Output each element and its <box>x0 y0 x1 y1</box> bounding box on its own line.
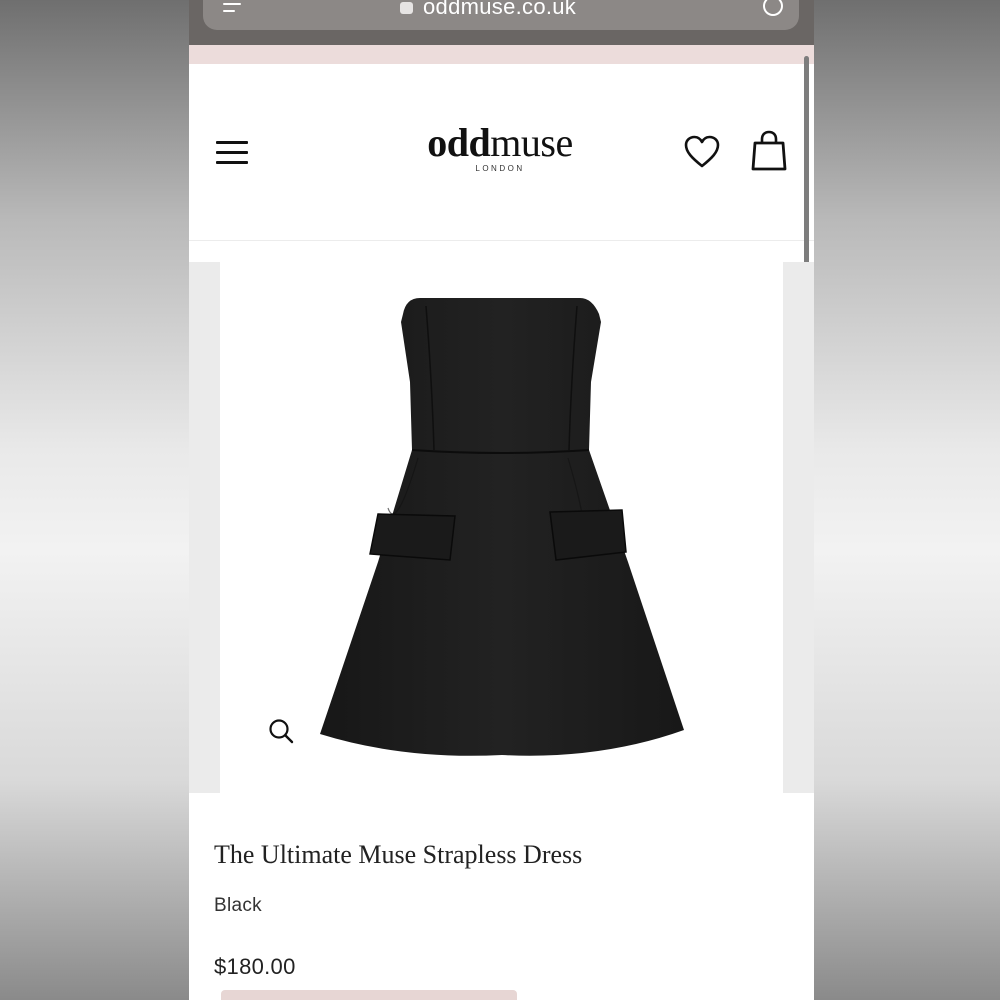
product-image[interactable] <box>220 262 783 793</box>
browser-address-bar: oddmuse.co.uk <box>189 0 814 45</box>
url-text[interactable]: oddmuse.co.uk <box>423 0 576 20</box>
site-header: oddmuse LONDON <box>189 64 814 241</box>
logo-light-text: muse <box>490 120 573 165</box>
promo-banner <box>189 45 814 64</box>
reader-menu-icon[interactable] <box>223 0 249 12</box>
next-image-peek[interactable] <box>783 262 814 793</box>
shopping-bag-icon[interactable] <box>751 130 787 172</box>
site-logo[interactable]: oddmuse LONDON <box>415 120 585 173</box>
lock-icon <box>400 2 413 14</box>
magnifier-icon <box>269 719 294 744</box>
dress-illustration <box>320 298 684 756</box>
add-to-bag-button[interactable] <box>221 990 517 1000</box>
product-gallery[interactable] <box>189 262 814 793</box>
reload-icon[interactable] <box>763 0 783 16</box>
zoom-button[interactable] <box>259 709 303 753</box>
phone-screen: oddmuse.co.uk oddmuse LONDON The Ultimat… <box>189 0 814 1000</box>
product-color: Black <box>214 895 262 916</box>
product-title: The Ultimate Muse Strapless Dress <box>214 840 583 869</box>
logo-wordmark: oddmuse <box>415 120 585 166</box>
background-left <box>0 0 189 1000</box>
background-right <box>814 0 1000 1000</box>
hamburger-menu-icon[interactable] <box>216 141 248 165</box>
heart-icon[interactable] <box>683 134 721 170</box>
logo-bold-text: odd <box>427 120 491 165</box>
product-price: $180.00 <box>214 954 296 979</box>
previous-image-peek[interactable] <box>189 262 220 793</box>
url-pill[interactable]: oddmuse.co.uk <box>203 0 799 30</box>
page-scrollbar[interactable] <box>804 56 809 282</box>
